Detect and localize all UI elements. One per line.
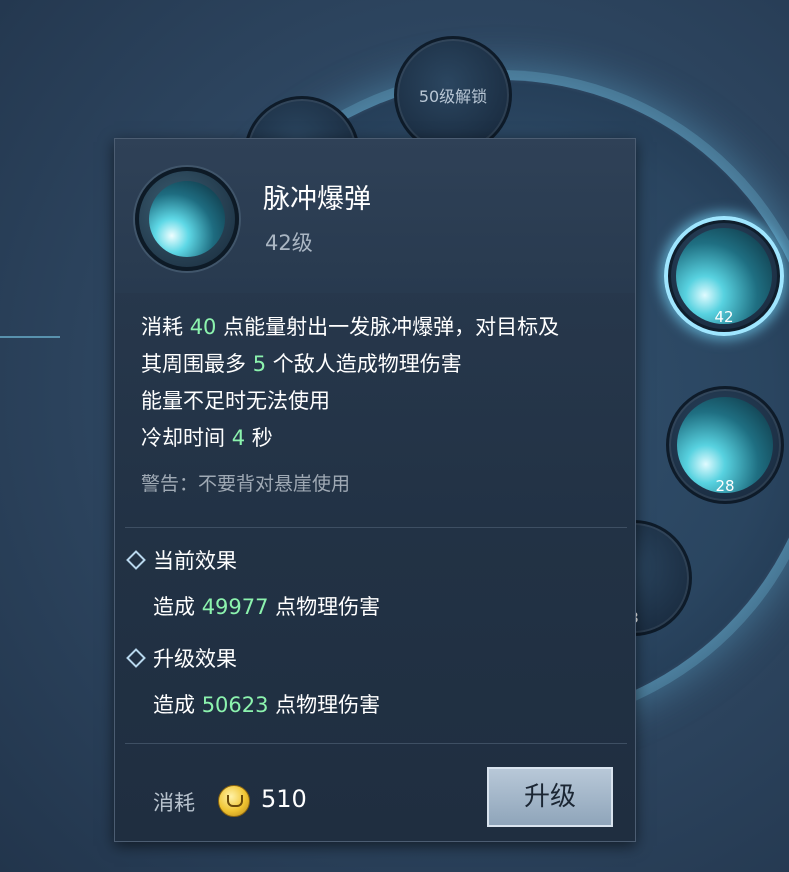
target-count: 5 [252, 352, 267, 376]
skill-icon [135, 167, 239, 271]
skill-node-level: 28 [715, 477, 735, 495]
desc-line-2: 其周围最多 5 个敌人造成物理伤害 [141, 352, 462, 376]
desc-line-3: 能量不足时无法使用 [141, 389, 330, 413]
skill-node-second[interactable]: 28 [666, 386, 784, 504]
diamond-bullet-icon [126, 648, 146, 668]
skill-node-level: 42 [714, 308, 734, 326]
skill-warning: 警告：不要背对悬崖使用 [141, 473, 351, 495]
divider [125, 527, 627, 528]
cost-label: 消耗 [153, 791, 195, 815]
skill-level: 42级 [265, 231, 313, 255]
skill-node-selected[interactable]: 42 [664, 216, 784, 336]
cost-value: 510 [261, 785, 307, 813]
skill-name: 脉冲爆弹 [263, 184, 371, 215]
diamond-bullet-icon [126, 550, 146, 570]
upgrade-button[interactable]: 升级 [487, 767, 613, 827]
skill-detail-card: 脉冲爆弹 42级 消耗 40 点能量射出一发脉冲爆弹，对目标及 其周围最多 5 … [114, 138, 636, 842]
current-effect-title: 当前效果 [126, 545, 237, 575]
locked-skill-node[interactable]: 50级解锁 [394, 36, 512, 154]
wheel-connector-line [0, 336, 60, 338]
upgrade-effect-line: 造成 50623 点物理伤害 [153, 693, 381, 717]
locked-skill-label: 50级解锁 [418, 87, 488, 106]
divider [125, 743, 627, 744]
current-damage: 49977 [201, 595, 269, 619]
desc-line-4: 冷却时间 4 秒 [141, 426, 273, 450]
upgrade-effect-title: 升级效果 [126, 643, 237, 673]
skill-description: 消耗 40 点能量射出一发脉冲爆弹，对目标及 其周围最多 5 个敌人造成物理伤害… [141, 309, 621, 457]
coin-icon [218, 785, 250, 817]
cooldown-value: 4 [231, 426, 246, 450]
upgrade-damage: 50623 [201, 693, 269, 717]
desc-line-1: 消耗 40 点能量射出一发脉冲爆弹，对目标及 [141, 315, 560, 339]
pulse-bomb-icon [149, 181, 225, 257]
energy-cost: 40 [189, 315, 217, 339]
current-effect-line: 造成 49977 点物理伤害 [153, 595, 381, 619]
